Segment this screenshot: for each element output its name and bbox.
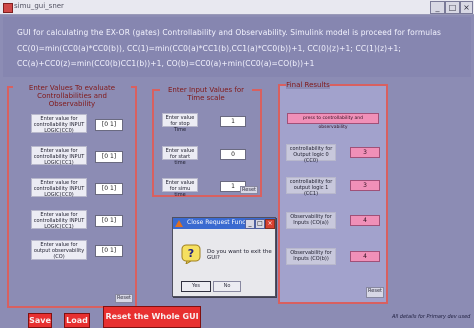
- simu-time-label: Enter value for simu time: [162, 178, 198, 198]
- start-time-input[interactable]: 0: [220, 149, 246, 160]
- load-button[interactable]: Load: [64, 313, 90, 328]
- co-a-result-value: 4: [350, 215, 380, 226]
- stop-time-label: Enter value for stop Time: [162, 113, 198, 133]
- credit-text: All details for Primary dev used: [392, 314, 471, 320]
- final-results-panel: Final Results press to controllability a…: [278, 81, 388, 304]
- dialog-yes-button[interactable]: Yes: [181, 281, 211, 292]
- co-b-result-value: 4: [350, 251, 380, 262]
- cc1-result-label: controllability for output logic 1 (CC1): [286, 177, 336, 197]
- close-button[interactable]: ×: [460, 1, 473, 14]
- cc0-result-value: 3: [350, 147, 380, 158]
- time-reset-button[interactable]: Reset: [240, 186, 258, 194]
- co-output-input[interactable]: [0 1]: [95, 245, 123, 257]
- minimize-button[interactable]: _: [430, 1, 445, 14]
- co-a-result-label: Observability for Inputs (CO(a)): [286, 212, 336, 229]
- matlab-icon: [175, 220, 183, 227]
- window-titlebar: simu_gui_sner _ □ ×: [0, 0, 474, 15]
- banner-line-3: CC(a)+CC0(z)=min(CC0(b)CC1(b))+1, CO(b)=…: [17, 59, 315, 68]
- window-title: simu_gui_sner: [14, 2, 64, 10]
- banner-line-1: GUI for calculating the EX-OR (gates) Co…: [17, 28, 442, 37]
- cc1-a-input[interactable]: [0 1]: [95, 151, 123, 163]
- cc1-result-value: 3: [350, 180, 380, 191]
- cc1-a-label: Enter value for controllability INPUT LO…: [31, 146, 87, 166]
- question-icon: ?: [181, 244, 201, 264]
- svg-text:?: ?: [188, 247, 194, 260]
- dialog-titlebar: Close Request Function _ □ ×: [173, 218, 275, 229]
- start-time-label: Enter value for start time: [162, 146, 198, 166]
- cc0-b-label: Enter value for controllability INPUT LO…: [31, 178, 87, 198]
- cc0-a-input[interactable]: [0 1]: [95, 119, 123, 131]
- input-reset-button[interactable]: Reset: [115, 294, 133, 303]
- banner-line-2: CC(0)=min(CC0(a)*CC0(b)), CC(1)=min(CC0(…: [17, 44, 402, 53]
- time-panel-title: Enter Input Values for Time scale: [160, 86, 252, 102]
- reset-whole-gui-button[interactable]: Reset the Whole GUI: [103, 306, 201, 328]
- stop-time-input[interactable]: 1: [220, 116, 246, 127]
- dialog-no-button[interactable]: No: [213, 281, 241, 292]
- close-request-dialog: Close Request Function _ □ × ? Do you wa…: [172, 217, 276, 297]
- maximize-button[interactable]: □: [445, 1, 460, 14]
- cc0-a-label: Enter value for controllability INPUT LO…: [31, 114, 87, 134]
- results-panel-title: Final Results: [286, 81, 330, 89]
- input-values-panel: Enter Values To evaluate Controllabiliti…: [7, 84, 137, 308]
- description-banner: GUI for calculating the EX-OR (gates) Co…: [3, 17, 471, 77]
- co-output-label: Enter value for output observability (CO…: [31, 240, 87, 260]
- input-panel-title: Enter Values To evaluate Controllabiliti…: [13, 84, 131, 108]
- co-b-result-label: Observability for Inputs (CO(b)): [286, 248, 336, 265]
- results-reset-button[interactable]: Reset: [366, 287, 384, 298]
- cc0-b-input[interactable]: [0 1]: [95, 183, 123, 195]
- app-icon: [3, 3, 13, 13]
- cc0-result-label: controllability for Output logic 0 (CC0): [286, 144, 336, 164]
- time-scale-panel: Enter Input Values for Time scale Enter …: [152, 86, 262, 198]
- compute-results-button[interactable]: press to controllability and observabili…: [287, 113, 379, 130]
- dialog-close-button[interactable]: ×: [265, 219, 275, 229]
- dialog-minimize-button[interactable]: _: [245, 219, 255, 229]
- save-button[interactable]: Save: [28, 313, 52, 328]
- dialog-message: Do you want to exit the GUI?: [207, 249, 272, 261]
- dialog-maximize-button[interactable]: □: [255, 219, 265, 229]
- cc1-b-label: Enter value for controllability INPUT LO…: [31, 210, 87, 230]
- cc1-b-input[interactable]: [0 1]: [95, 215, 123, 227]
